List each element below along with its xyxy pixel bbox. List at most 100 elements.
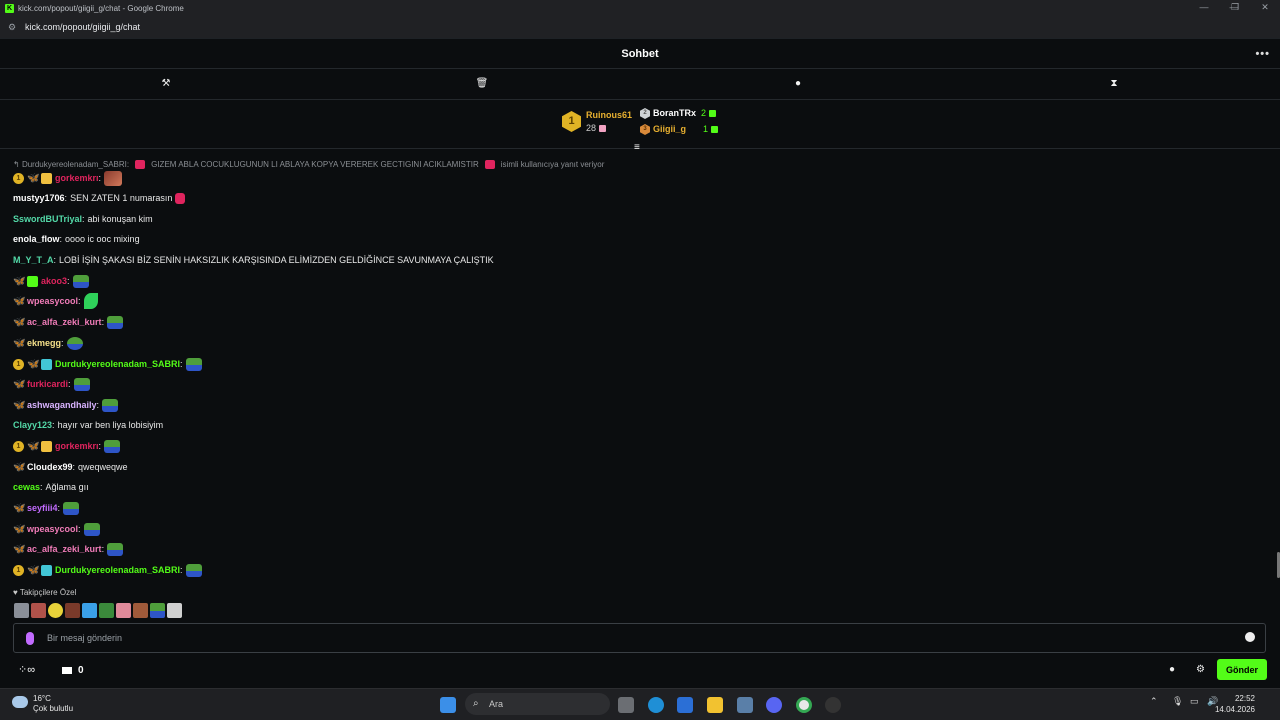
address-bar[interactable]: ⚙ kick.com/popout/giigii_g/chat (0, 16, 1280, 38)
chevron-up-icon[interactable]: ⌃ (1150, 696, 1158, 707)
chat-bubble-icon[interactable]: ● (791, 77, 805, 91)
message-username[interactable]: furkicardi (27, 379, 68, 389)
message-text: SEN ZATEN 1 numarasın (70, 193, 173, 203)
subscriber-badge-icon: 1 (13, 564, 24, 576)
emoji-picker-icon[interactable] (1245, 632, 1255, 642)
message-username[interactable]: ac_alfa_zeki_kurt (27, 317, 102, 327)
reply-arrow-icon: ↰ (13, 160, 22, 169)
gift-icon (599, 125, 607, 133)
message-username[interactable]: wpeasycool (27, 296, 78, 306)
chat-header: Sohbet ••• (0, 38, 1280, 69)
message-username[interactable]: M_Y_T_A (13, 255, 54, 265)
site-info-icon[interactable]: ⚙ (8, 22, 16, 33)
dance-emote-icon[interactable] (167, 603, 182, 618)
heart-icon: ♥ (13, 588, 20, 597)
reply-suffix: isimli kullanıcıya yanıt veriyor (500, 160, 605, 169)
leader-second-name[interactable]: BoranTRx (653, 108, 696, 118)
message-text: oooo ic ooc mixing (65, 234, 140, 244)
gold-medal-icon: 1 (562, 111, 581, 132)
infinity-icon[interactable]: ⁘∞ (18, 663, 35, 676)
message-text: LOBİ İŞİN ŞAKASI BİZ SENİN HAKSIZLIK KAR… (59, 255, 494, 265)
close-window-button[interactable]: ✕ (1250, 0, 1280, 16)
leader-second-count-value: 2 (701, 108, 707, 118)
chat-filter-icon[interactable]: ≡ (634, 142, 640, 153)
chat-message: SswordBUTriyal: abi konuşan kim (13, 214, 153, 224)
message-username[interactable]: seyfiii4 (27, 503, 58, 513)
microphone-icon[interactable] (26, 632, 34, 645)
hammer-icon[interactable]: ⚒ (159, 77, 173, 91)
chat-message: 1 🦋 gorkemkrı: (13, 170, 123, 186)
network-icon[interactable]: ▭ (1190, 696, 1199, 707)
more-options-button[interactable]: ••• (1255, 39, 1270, 69)
pepe-emote-icon (104, 439, 121, 453)
smile-emote-icon[interactable] (48, 603, 63, 618)
file-explorer-icon[interactable] (707, 697, 723, 713)
trash-icon[interactable]: 🗑 (475, 77, 489, 91)
message-username[interactable]: cewas (13, 482, 40, 492)
message-username[interactable]: ashwagandhaily (27, 400, 97, 410)
girl-emote-icon[interactable] (65, 603, 80, 618)
send-button[interactable]: Gönder (1217, 659, 1267, 680)
chat-message: enola_flow: oooo ic ooc mixing (13, 234, 140, 244)
gear-icon[interactable]: ⚙ (1196, 664, 1205, 675)
weather-widget[interactable]: 16°C Çok bulutlu (10, 694, 73, 714)
cat-emote-icon[interactable] (14, 603, 29, 618)
taskbar-clock[interactable]: 22:52 14.04.2026 (1215, 693, 1255, 715)
settings-app-icon[interactable] (737, 697, 753, 713)
minimize-window-button[interactable]: — (1189, 0, 1219, 16)
message-username[interactable]: wpeasycool (27, 524, 78, 534)
chat-message: 🦋 wpeasycool: (13, 521, 100, 537)
pepe-emote-icon[interactable] (150, 603, 165, 618)
channel-points[interactable]: 0 (62, 664, 84, 676)
emote-icon (484, 160, 495, 170)
task-view-icon[interactable] (618, 697, 634, 713)
taskbar-search[interactable]: ⌕ Ara (465, 693, 610, 715)
store-icon[interactable] (677, 697, 693, 713)
edge-browser-icon[interactable] (648, 697, 664, 713)
butterfly-badge-icon: 🦋 (13, 461, 26, 473)
message-input[interactable] (47, 629, 1227, 647)
message-username[interactable]: SswordBUTriyal (13, 214, 82, 224)
message-input-box[interactable] (13, 623, 1266, 653)
butterfly-badge-icon: 🦋 (27, 172, 40, 184)
message-username[interactable]: Durdukyereolenadam_SABRI (55, 359, 180, 369)
gift-badge-icon (41, 358, 52, 370)
steam-icon[interactable] (825, 697, 841, 713)
leader-first-name[interactable]: Ruinous61 (586, 110, 632, 120)
chrome-icon[interactable] (796, 697, 812, 713)
message-username[interactable]: ekmegg (27, 338, 61, 348)
message-username[interactable]: enola_flow (13, 234, 60, 244)
message-username[interactable]: Clayy123 (13, 420, 52, 430)
message-username[interactable]: Cloudex99 (27, 462, 73, 472)
frog-emote-icon[interactable] (99, 603, 114, 618)
restore-window-button[interactable]: ❐ (1220, 0, 1250, 16)
pink-emote-icon[interactable] (116, 603, 131, 618)
message-text: qweqweqwe (78, 462, 128, 472)
butterfly-badge-icon: 🦋 (13, 337, 26, 349)
microphone-tray-icon[interactable]: 🎙 (1172, 696, 1183, 707)
pepe-emote-icon (83, 522, 100, 536)
discord-icon[interactable] (766, 697, 782, 713)
message-username[interactable]: gorkemkrı (55, 173, 99, 183)
message-username[interactable]: mustyy1706 (13, 193, 65, 203)
url-text[interactable]: kick.com/popout/giigii_g/chat (25, 22, 140, 32)
woman-emote-icon[interactable] (133, 603, 148, 618)
leaf-emote-icon (83, 293, 98, 309)
leader-first-count: 28 (586, 123, 607, 133)
leader-third-name[interactable]: Giigii_g (653, 124, 686, 134)
message-username[interactable]: akoo3 (41, 276, 67, 286)
pepe-emote-icon (73, 377, 90, 391)
windows-start-icon[interactable] (440, 697, 456, 713)
reply-context[interactable]: ↰ Durdukyereolenadam_SABRI: GIZEM ABLA CO… (13, 160, 605, 170)
gift-badge-icon (41, 172, 52, 184)
message-username[interactable]: gorkemkrı (55, 441, 99, 451)
hourglass-icon[interactable]: ⧗ (1107, 77, 1121, 91)
subscriber-badge-icon: 1 (13, 440, 24, 452)
butterfly-emote-icon[interactable] (82, 603, 97, 618)
points-value: 0 (78, 665, 84, 676)
message-username[interactable]: ac_alfa_zeki_kurt (27, 544, 102, 554)
message-username[interactable]: Durdukyereolenadam_SABRI (55, 565, 180, 575)
chat-bubble-icon[interactable]: ● (1169, 664, 1175, 675)
reply-text: GIZEM ABLA COCUKLUGUNUN LI ABLAYA KOPYA … (151, 160, 479, 169)
face-emote-icon[interactable] (31, 603, 46, 618)
